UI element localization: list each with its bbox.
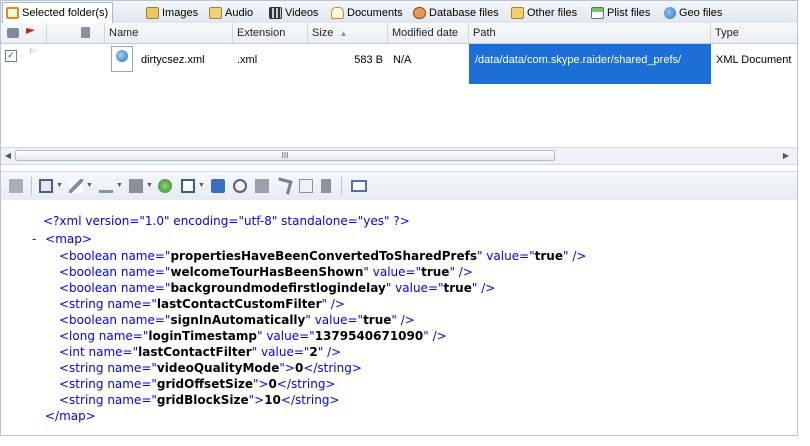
globe-badge-icon: [116, 50, 128, 62]
trash-icon[interactable]: [81, 27, 90, 38]
chevron-down-icon[interactable]: ▼: [116, 182, 123, 189]
column-header-modified-date[interactable]: Modified date: [388, 23, 469, 43]
extension-cell: .xml: [237, 54, 258, 66]
tab-documents[interactable]: Documents: [328, 3, 407, 23]
plist-icon: [591, 7, 604, 19]
documents-icon: [331, 7, 344, 19]
xml-entry: <string name="gridBlockSize">10</string>: [59, 393, 340, 407]
tab-selected-folders[interactable]: Selected folder(s): [2, 2, 114, 23]
xml-entry: <boolean name="propertiesHaveBeenConvert…: [59, 249, 587, 263]
window-icon[interactable]: [181, 179, 195, 193]
chevron-down-icon[interactable]: ▼: [56, 182, 63, 189]
share-icon[interactable]: [7, 28, 19, 38]
folder-icon: [511, 7, 524, 19]
xml-entry: <string name="videoQualityMode">0</strin…: [59, 361, 362, 375]
folder-checklist-icon: [6, 7, 19, 19]
tab-videos[interactable]: Videos: [266, 3, 322, 23]
page-icon[interactable]: [9, 179, 23, 193]
file-grid-header: Name Extension Size ▲ Modified date Path…: [1, 23, 797, 44]
header-trash-cell: [47, 23, 105, 43]
binoculars-icon[interactable]: [233, 179, 247, 193]
export-icon[interactable]: [299, 179, 313, 193]
xml-entry: <long name="loginTimestamp" value="13795…: [59, 329, 447, 343]
save-icon[interactable]: [211, 179, 225, 193]
xml-entry: <int name="lastContactFilter" value="2" …: [59, 345, 342, 359]
flag-outline-icon[interactable]: [30, 48, 42, 54]
category-tab-bar: Selected folder(s) Images Audio Videos D…: [1, 1, 797, 24]
sort-ascending-icon: ▲: [339, 29, 348, 38]
xml-declaration: <?xml version="1.0" encoding="utf-8" sta…: [43, 214, 410, 228]
tab-audio[interactable]: Audio: [206, 3, 257, 23]
xml-viewer: <?xml version="1.0" encoding="utf-8" sta…: [1, 200, 797, 435]
table-view-icon[interactable]: [39, 179, 53, 193]
path-cell: /data/data/com.skype.raider/shared_prefs…: [469, 44, 711, 84]
row-select-cell: ✓: [1, 44, 47, 84]
column-header-type[interactable]: Type: [711, 23, 797, 43]
column-header-path[interactable]: Path: [469, 23, 711, 43]
scroll-right-icon[interactable]: ▶: [781, 150, 791, 161]
globe-icon: [664, 7, 676, 19]
xml-entry: <boolean name="welcomeTourHasBeenShown" …: [59, 265, 473, 279]
database-icon: [413, 7, 426, 19]
xml-entry: <string name="gridOffsetSize">0</string>: [59, 377, 336, 391]
tab-plist-files[interactable]: Plist files: [588, 3, 654, 23]
images-icon: [146, 7, 159, 19]
map-close-tag: </map>: [45, 409, 96, 423]
column-header-size[interactable]: Size ▲: [308, 23, 388, 43]
toolbar-separator: [31, 177, 32, 195]
highlighter-icon[interactable]: [69, 179, 83, 193]
layout-icon[interactable]: [351, 180, 367, 192]
redo-icon[interactable]: [275, 177, 293, 195]
row-checkbox[interactable]: ✓: [5, 50, 17, 62]
block-icon[interactable]: [129, 179, 143, 193]
scrollbar-thumb[interactable]: III: [15, 150, 555, 161]
viewer-toolbar: ▼ ▼ ▼ ▼ ▼: [1, 171, 797, 201]
flag-icon[interactable]: [26, 28, 36, 34]
modified-date-cell: N/A: [393, 54, 412, 66]
file-browser-window: Selected folder(s) Images Audio Videos D…: [0, 0, 798, 436]
chevron-down-icon[interactable]: ▼: [198, 182, 205, 189]
column-header-name[interactable]: Name: [105, 23, 233, 43]
xml-entry: <string name="lastContactCustomFilter" /…: [59, 297, 345, 311]
scroll-left-icon[interactable]: ◀: [3, 150, 13, 161]
horizontal-scrollbar[interactable]: ◀ III ▶: [1, 147, 797, 165]
copy-icon[interactable]: [255, 179, 269, 193]
tab-geo-files[interactable]: Geo files: [661, 3, 726, 23]
text-format-icon[interactable]: [99, 179, 113, 193]
xml-entry: <boolean name="backgroundmodefirstlogind…: [59, 281, 496, 295]
videos-icon: [269, 7, 282, 19]
toolbar-separator: [341, 177, 342, 195]
tab-database-files[interactable]: Database files: [410, 3, 503, 23]
map-open-tag: <map>: [45, 232, 92, 246]
tab-images[interactable]: Images: [143, 3, 202, 23]
audio-icon: [209, 7, 222, 19]
file-name-cell: dirtycsez.xml: [105, 44, 233, 84]
collapse-toggle[interactable]: -: [32, 232, 36, 246]
column-header-extension[interactable]: Extension: [233, 23, 308, 43]
map-node: - <map>: [32, 231, 92, 247]
chevron-down-icon[interactable]: ▼: [146, 182, 153, 189]
header-action-icons: [1, 23, 47, 43]
chevron-down-icon[interactable]: ▼: [86, 182, 93, 189]
globe-icon[interactable]: [158, 179, 172, 193]
type-cell: XML Document: [716, 54, 792, 66]
size-cell: 583 B: [354, 54, 383, 66]
xml-entry: <boolean name="signInAutomatically" valu…: [59, 313, 415, 327]
table-row[interactable]: ✓ dirtycsez.xml .xml 583 B N/A /data/dat…: [1, 44, 797, 84]
bookmark-icon[interactable]: [321, 179, 331, 193]
tab-other-files[interactable]: Other files: [508, 3, 581, 23]
